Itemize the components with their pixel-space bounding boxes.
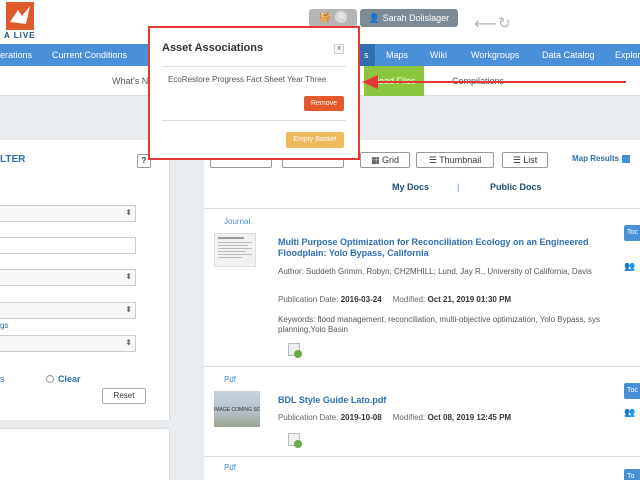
- nav-item-workgroups[interactable]: Workgroups: [471, 44, 519, 66]
- user-menu-button[interactable]: 👤 Sarah Dolislager: [360, 9, 458, 27]
- filter-input[interactable]: [0, 237, 136, 254]
- tags-link[interactable]: gs: [0, 321, 8, 330]
- map-results-toggle[interactable]: Map Results: [572, 154, 631, 163]
- doc-title-link[interactable]: BDL Style Guide Lato.pdf: [278, 395, 608, 406]
- clear-radio[interactable]: [46, 375, 54, 383]
- doc-thumbnail[interactable]: IMAGE COMING SOO: [214, 391, 260, 427]
- people-icon[interactable]: 👥: [624, 407, 635, 418]
- result-card: Journal Multi Purpose Optimization for R…: [204, 208, 640, 360]
- filter-panel-secondary: [0, 428, 170, 480]
- nav-item-wiki[interactable]: Wiki: [430, 44, 447, 66]
- nav-item-current-conditions[interactable]: Current Conditions: [52, 44, 127, 66]
- people-icon[interactable]: 👥: [624, 261, 635, 272]
- nav-item-maps[interactable]: Maps: [386, 44, 408, 66]
- my-docs-tab[interactable]: My Docs: [392, 182, 429, 192]
- nav-item-data-catalog[interactable]: Data Catalog: [542, 44, 595, 66]
- logo-icon[interactable]: [6, 2, 34, 30]
- annotation-arrow-head-icon: [362, 75, 378, 89]
- reset-button[interactable]: Reset: [102, 388, 146, 404]
- logo-text: A LIVE: [4, 31, 36, 40]
- filter-title: LTER: [0, 154, 26, 165]
- public-docs-tab[interactable]: Public Docs: [490, 182, 542, 192]
- toc-button[interactable]: To: [624, 469, 640, 480]
- asset-associations-modal: Asset Associations x EcoRestore Progress…: [148, 26, 360, 160]
- toc-button[interactable]: Toc: [624, 225, 640, 241]
- doc-type: Journal: [224, 217, 251, 226]
- basket-item: EcoRestore Progress Fact Sheet Year Thre…: [168, 75, 327, 84]
- remove-button[interactable]: Remove: [304, 96, 344, 111]
- nav-item-active[interactable]: s: [358, 44, 375, 66]
- filter-select-1[interactable]: [0, 205, 136, 222]
- doc-dates: Publication Date: 2019-10-08 Modified: O…: [278, 413, 512, 422]
- refresh-icon[interactable]: ↻: [498, 14, 511, 32]
- tab-whats-new[interactable]: What's N: [112, 66, 148, 96]
- doc-author: Author: Suddeth Grimm, Robyn; CH2MHILL; …: [278, 267, 592, 276]
- empty-basket-button[interactable]: Empty Basket: [286, 132, 344, 148]
- nav-item-explore[interactable]: Explor: [615, 44, 640, 66]
- user-name: Sarah Dolislager: [382, 13, 450, 23]
- doc-title-link[interactable]: Multi Purpose Optimization for Reconcili…: [278, 237, 608, 259]
- list-view-button[interactable]: ☰ List: [502, 152, 548, 168]
- basket-icon: 🧺: [318, 12, 332, 23]
- doc-dates: Publication Date: 2016-03-24 Modified: O…: [278, 295, 512, 304]
- filter-select-2[interactable]: [0, 269, 136, 286]
- modal-title: Asset Associations: [162, 42, 264, 54]
- nav-item-operations[interactable]: erations: [0, 44, 32, 66]
- filter-select-3[interactable]: [0, 302, 136, 319]
- modal-divider: [162, 66, 346, 67]
- doc-thumbnail[interactable]: [214, 233, 256, 267]
- annotation-arrow-line: [376, 81, 626, 83]
- filter-panel: LTER ? gs s Clear Reset: [0, 140, 170, 420]
- doc-keywords: Keywords: flood management, reconciliati…: [278, 315, 600, 334]
- toc-button[interactable]: Toc: [624, 383, 640, 399]
- map-results-checkbox[interactable]: [622, 154, 631, 163]
- download-icon[interactable]: [288, 433, 302, 448]
- modal-divider: [162, 120, 346, 121]
- filter-link[interactable]: s: [0, 374, 5, 384]
- user-icon: 👤: [368, 13, 381, 23]
- thumbnail-view-button[interactable]: ☰ Thumbnail: [416, 152, 494, 168]
- basket-count-badge: 0: [335, 11, 348, 24]
- close-icon[interactable]: x: [334, 44, 344, 54]
- basket-button[interactable]: 🧺 0: [309, 9, 357, 27]
- download-icon[interactable]: [288, 343, 302, 358]
- doc-type: Pdf: [224, 463, 237, 472]
- doc-type: Pdf: [224, 375, 237, 384]
- result-card: Pdf To: [204, 456, 640, 480]
- list-icon: ☰: [512, 155, 521, 165]
- docs-separator: |: [457, 182, 460, 192]
- back-arrow-icon[interactable]: ⟵: [474, 14, 497, 34]
- grid-icon: ▦: [370, 155, 380, 165]
- grid-view-button[interactable]: ▦ Grid: [360, 152, 410, 168]
- thumbnail-icon: ☰: [428, 155, 437, 165]
- filter-select-4[interactable]: [0, 335, 136, 352]
- clear-label[interactable]: Clear: [58, 374, 81, 384]
- result-card: Pdf IMAGE COMING SOO BDL Style Guide Lat…: [204, 366, 640, 450]
